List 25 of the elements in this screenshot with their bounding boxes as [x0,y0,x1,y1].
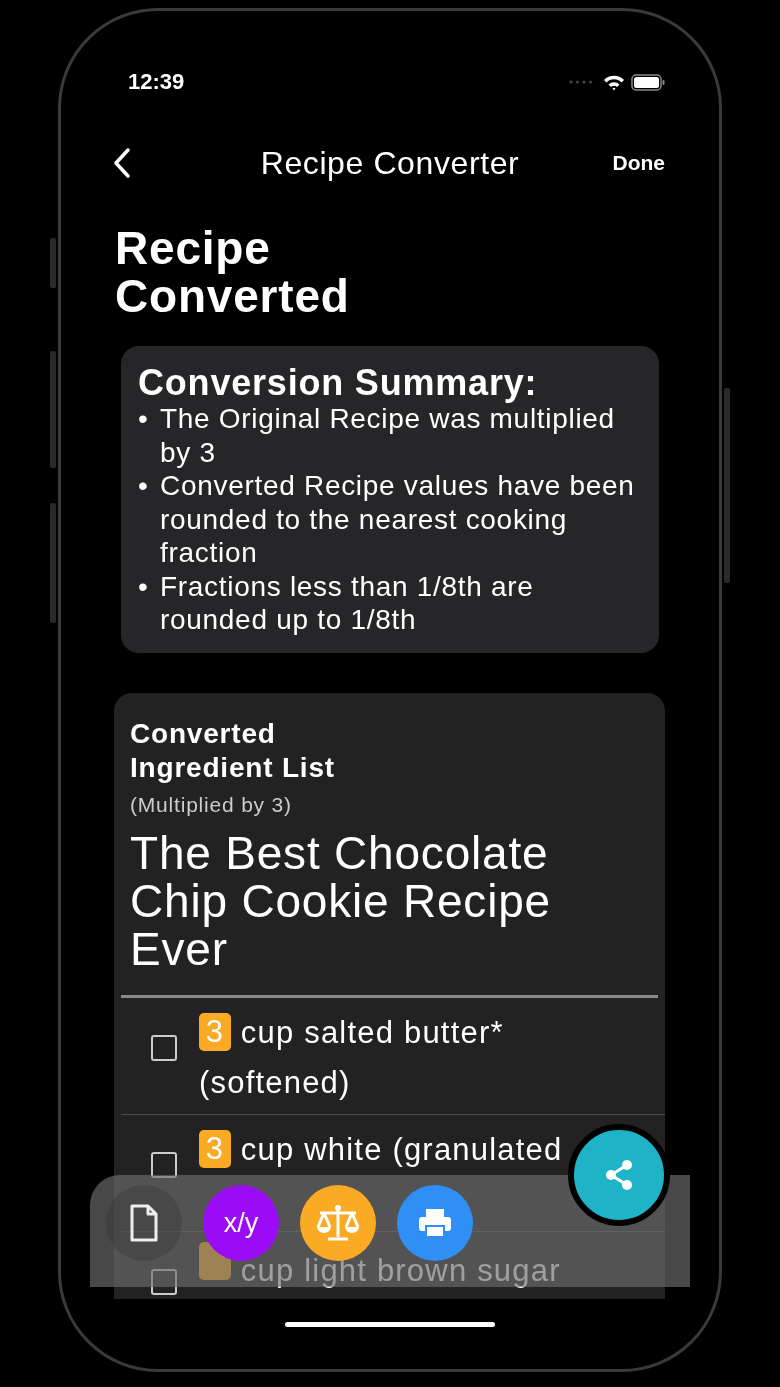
ingredient-heading: Converted Ingredient List [129,716,336,785]
battery-icon [631,73,665,91]
bullet-marker: • [138,469,150,503]
back-button[interactable] [113,147,131,179]
print-icon [417,1207,453,1239]
ingredient-subheading: (Multiplied by 3) [129,792,293,817]
summary-item: The Original Recipe was multiplied by 3 [160,403,616,469]
nav-title: Recipe Converter [260,144,520,182]
bullet-marker: • [138,402,150,436]
done-button[interactable]: Done [612,151,665,175]
summary-heading: Conversion Summary: [138,364,539,402]
status-time: 12:39 [128,69,185,95]
document-icon [129,1204,159,1242]
ingredient-text: 3 cup salted butter* (softened) [199,1011,505,1102]
wifi-icon [603,73,625,91]
summary-item: Converted Recipe values have been rounded to the nearest cooking fraction [160,469,636,570]
page-title: Recipe Converted [115,224,351,320]
bullet-marker: • [138,569,150,604]
scale-icon [314,1203,362,1243]
recipe-title: The Best Chocolate Chip Cookie Recipe Ever [129,825,552,973]
checkbox[interactable] [151,1268,177,1295]
summary-item: Fractions less than 1/8th are rounded up to 1/8th [160,569,535,637]
checkbox[interactable] [151,1151,177,1178]
signal-icon [569,80,593,84]
checkbox[interactable] [151,1034,177,1061]
